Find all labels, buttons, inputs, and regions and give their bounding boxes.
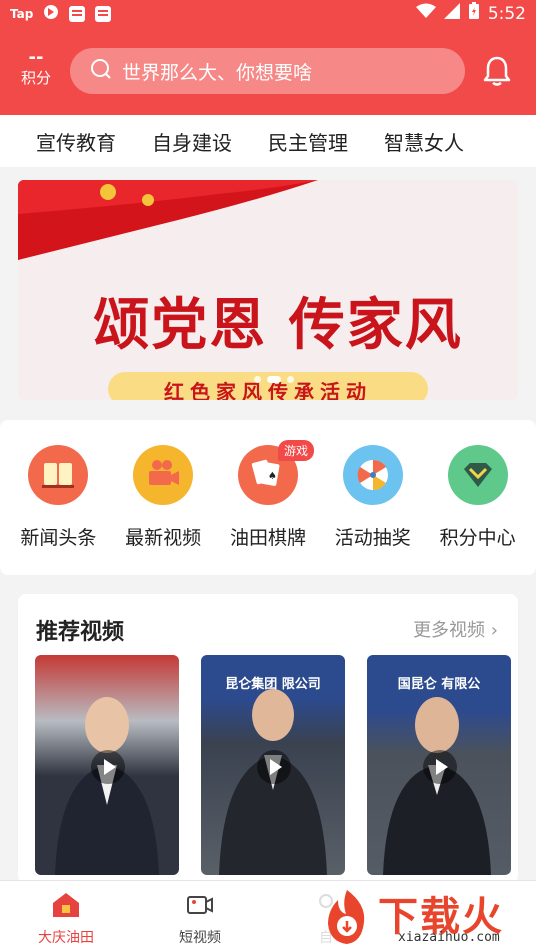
tab-smart-women[interactable]: 智慧女人 xyxy=(384,127,464,156)
nav-daqing-oilfield[interactable]: 大庆油田 xyxy=(6,891,126,947)
section-title: 推荐视频 xyxy=(36,620,125,645)
tab-democratic-management[interactable]: 民主管理 xyxy=(268,127,348,156)
play-icon xyxy=(91,750,125,784)
banner-headline: 颂党恩 传家风 xyxy=(93,292,463,358)
nav-short-video[interactable]: 短视频 xyxy=(140,891,260,947)
more-videos-link[interactable]: 更多视频 › xyxy=(413,616,498,642)
nav-label: 大庆油田 xyxy=(38,930,94,946)
recommended-videos-section: 推荐视频 更多视频 › 昆仑集团 限公司 国昆仑 有限公 xyxy=(18,594,518,884)
shortcut-label: 最新视频 xyxy=(125,527,202,549)
points-label: 积分 xyxy=(20,69,51,87)
carousel-indicator xyxy=(254,376,294,383)
carousel-dot xyxy=(287,376,294,383)
video-camera-icon xyxy=(133,445,194,505)
battery-icon xyxy=(468,2,480,25)
video-list: 昆仑集团 限公司 国昆仑 有限公 xyxy=(35,655,511,875)
status-notification-icon xyxy=(69,5,86,22)
video-card[interactable]: 昆仑集团 限公司 xyxy=(201,655,345,875)
book-icon xyxy=(28,445,89,505)
banner-carousel[interactable]: 颂党恩 传家风 红色家风传承活动 xyxy=(18,180,518,400)
video-sign-text: 国昆仑 有限公 xyxy=(397,677,481,692)
shortcut-latest-videos[interactable]: 最新视频 xyxy=(113,420,213,575)
status-app-icon xyxy=(43,4,59,23)
watermark-url: xiazaihuo.com xyxy=(398,930,500,945)
status-bar: Tap 5:52 xyxy=(0,0,536,28)
shortcut-activity-lottery[interactable]: 活动抽奖 xyxy=(323,420,423,575)
shortcut-news-headlines[interactable]: 新闻头条 xyxy=(8,420,108,575)
nav-label: 短视频 xyxy=(179,930,221,946)
shortcut-oilfield-cards[interactable]: ♠ 游戏 油田棋牌 xyxy=(218,420,318,575)
play-icon xyxy=(423,750,457,784)
status-time: 5:52 xyxy=(487,3,526,24)
video-card[interactable]: 国昆仑 有限公 xyxy=(367,655,511,875)
tab-self-construction[interactable]: 自身建设 xyxy=(152,127,232,156)
shortcut-label: 新闻头条 xyxy=(20,527,97,549)
video-card[interactable] xyxy=(35,655,179,875)
play-icon xyxy=(257,750,291,784)
diamond-icon xyxy=(447,445,508,505)
watermark-logo: 下载火 xiazaihuo.com xyxy=(316,884,536,952)
video-sign-text: 昆仑集团 限公司 xyxy=(225,677,321,692)
tab-propaganda-education[interactable]: 宣传教育 xyxy=(36,127,116,156)
video-icon xyxy=(185,896,215,923)
shortcut-grid: 新闻头条 最新视频 ♠ 游戏 油田棋牌 活动抽奖 积分中心 xyxy=(0,420,536,575)
shortcut-label: 油田棋牌 xyxy=(229,527,306,549)
shortcut-label: 积分中心 xyxy=(439,527,516,549)
points-value: -- xyxy=(28,47,44,68)
chevron-right-icon: › xyxy=(490,620,498,641)
wifi-icon xyxy=(415,3,436,24)
shortcut-points-center[interactable]: 积分中心 xyxy=(428,420,528,575)
category-tabs: 宣传教育 自身建设 民主管理 智慧女人 xyxy=(0,115,536,167)
carousel-dot xyxy=(254,376,261,383)
svg-text:♠: ♠ xyxy=(268,471,277,482)
search-placeholder: 世界那么大、你想要啥 xyxy=(122,61,313,84)
home-icon xyxy=(51,893,81,923)
flame-logo-icon xyxy=(328,890,365,944)
status-app-label: Tap xyxy=(10,6,34,21)
search-bar[interactable]: 世界那么大、你想要啥 xyxy=(70,48,465,94)
shortcut-label: 活动抽奖 xyxy=(334,527,411,549)
points-display[interactable]: -- 积分 xyxy=(12,48,60,88)
bell-icon[interactable] xyxy=(480,54,514,88)
status-notification-icon xyxy=(95,5,112,22)
signal-icon xyxy=(443,3,460,24)
top-header: Tap 5:52 -- 积分 世界那么大、你想要啥 xyxy=(0,0,536,115)
carousel-dot-active xyxy=(267,376,281,383)
game-badge: 游戏 xyxy=(277,440,314,461)
red-flag-graphic xyxy=(18,180,318,260)
prize-wheel-icon xyxy=(342,445,403,505)
app-screen: Tap 5:52 -- 积分 世界那么大、你想要啥 宣传教育 自身建设 民主管理… xyxy=(0,0,536,952)
search-icon xyxy=(90,58,112,84)
more-videos-label: 更多视频 xyxy=(413,620,486,641)
